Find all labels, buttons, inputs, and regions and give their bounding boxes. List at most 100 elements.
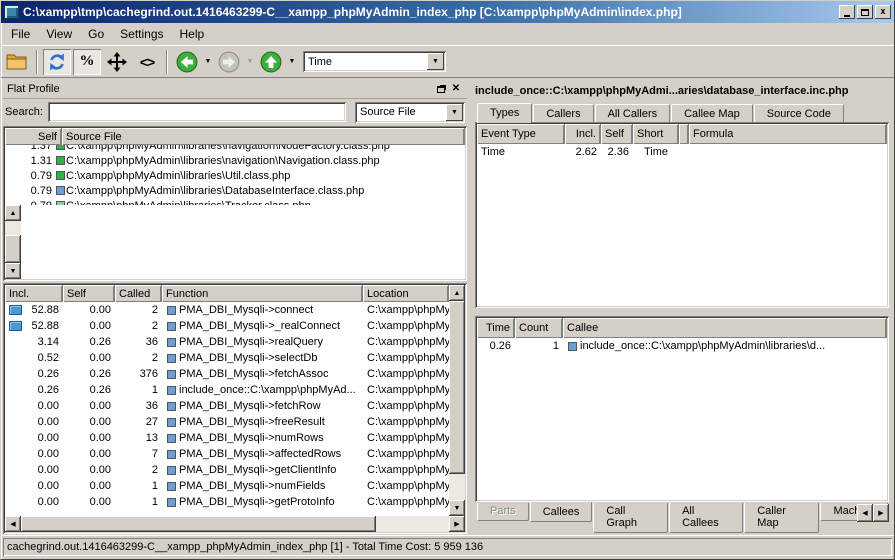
source-file-row[interactable]: 1.31C:\xampp\phpMyAdmin\libraries\naviga… (5, 153, 465, 168)
tab-callees[interactable]: Callees (530, 502, 593, 522)
function-incl-cell: 0.00 (5, 480, 63, 492)
dock-title-bar[interactable]: Flat Profile ✕ (3, 79, 467, 99)
tab-callers[interactable]: Callers (533, 104, 593, 122)
callee-name: include_once::C:\xampp\phpMyAdmin\librar… (580, 340, 825, 352)
function-table-horizontal-scrollbar[interactable]: ◀ ▶ (5, 516, 465, 532)
tab-parts[interactable]: Parts (477, 503, 529, 521)
column-header-time[interactable]: Time (477, 318, 515, 338)
function-row[interactable]: 52.880.002PMA_DBI_Mysqli->connectC:\xamp… (5, 302, 449, 318)
column-header-count[interactable]: Count (515, 318, 563, 338)
scroll-up-icon[interactable]: ▲ (5, 205, 21, 221)
function-row[interactable]: 0.000.007PMA_DBI_Mysqli->affectedRowsC:\… (5, 446, 449, 462)
source-file-row[interactable]: 1.37C:\xampp\phpMyAdmin\libraries\naviga… (5, 145, 465, 153)
menu-go[interactable]: Go (80, 25, 112, 43)
relative-cost-button[interactable] (43, 49, 71, 75)
maximize-button[interactable] (857, 5, 873, 19)
tab-all-callers[interactable]: All Callers (595, 104, 671, 122)
column-header-self[interactable]: Self (63, 285, 115, 302)
menu-settings[interactable]: Settings (112, 25, 171, 43)
event-self-value: 2.36 (601, 146, 633, 158)
source-file-path: C:\xampp\phpMyAdmin\libraries\Tracker.cl… (66, 200, 311, 206)
source-file-row[interactable]: 0.79C:\xampp\phpMyAdmin\libraries\Databa… (5, 183, 465, 198)
forward-dropdown-arrow[interactable]: ▼ (245, 58, 255, 65)
function-row[interactable]: 0.000.001PMA_DBI_Mysqli->getProtoInfoC:\… (5, 494, 449, 510)
forward-button[interactable] (215, 49, 243, 75)
column-header-incl[interactable]: Incl. (5, 285, 63, 302)
menu-file[interactable]: File (3, 25, 38, 43)
function-row[interactable]: 0.260.26376PMA_DBI_Mysqli->fetchAssocC:\… (5, 366, 449, 382)
function-row[interactable]: 0.520.002PMA_DBI_Mysqli->selectDbC:\xamp… (5, 350, 449, 366)
menu-help[interactable]: Help (172, 25, 213, 43)
column-header-called[interactable]: Called (115, 285, 162, 302)
column-header-event-type[interactable]: Event Type (477, 124, 565, 144)
function-incl-cell: 52.88 (5, 304, 63, 316)
scrollbar-thumb[interactable] (21, 516, 376, 532)
column-header-self[interactable]: Self (601, 124, 633, 144)
back-dropdown-arrow[interactable]: ▼ (203, 58, 213, 65)
function-row[interactable]: 0.000.0036PMA_DBI_Mysqli->fetchRowC:\xam… (5, 398, 449, 414)
close-dock-icon: ✕ (452, 83, 460, 94)
scroll-right-icon[interactable]: ▶ (449, 516, 465, 532)
tab-call-graph[interactable]: Call Graph (593, 503, 668, 533)
event-type-row[interactable]: Time 2.62 2.36 Time (477, 144, 887, 160)
scrollbar-thumb[interactable] (449, 301, 465, 474)
status-bar: cachegrind.out.1416463299-C__xampp_phpMy… (1, 535, 894, 559)
search-input[interactable] (48, 102, 346, 122)
minimize-button[interactable] (839, 5, 855, 19)
function-row[interactable]: 0.000.001PMA_DBI_Mysqli->numFieldsC:\xam… (5, 478, 449, 494)
close-dock-button[interactable]: ✕ (449, 82, 463, 95)
title-bar[interactable]: C:\xampp\tmp\cachegrind.out.1416463299-C… (1, 1, 894, 23)
function-row[interactable]: 52.880.002PMA_DBI_Mysqli->_realConnectC:… (5, 318, 449, 334)
grouping-combobox[interactable]: Source File ▼ (355, 102, 465, 123)
tab-caller-map[interactable]: Caller Map (744, 503, 819, 533)
tab-source-code[interactable]: Source Code (754, 104, 844, 122)
column-header-formula[interactable]: Formula (689, 124, 887, 144)
tab-callee-map[interactable]: Callee Map (671, 104, 753, 122)
detail-splitter[interactable] (473, 308, 891, 316)
function-name: PMA_DBI_Mysqli->fetchRow (179, 400, 321, 412)
open-file-button[interactable] (3, 49, 31, 75)
callee-row[interactable]: 0.261include_once::C:\xampp\phpMyAdmin\l… (477, 338, 887, 354)
percentage-button[interactable]: % (73, 49, 101, 75)
back-button[interactable] (173, 49, 201, 75)
tab-scroll-right-icon[interactable]: ▶ (873, 504, 889, 522)
column-header-location[interactable]: Location (363, 285, 449, 302)
scroll-up-icon[interactable]: ▲ (449, 285, 465, 301)
function-row[interactable]: 0.000.0027PMA_DBI_Mysqli->freeResultC:\x… (5, 414, 449, 430)
function-row[interactable]: 0.000.0013PMA_DBI_Mysqli->numRowsC:\xamp… (5, 430, 449, 446)
function-row[interactable]: 0.000.002PMA_DBI_Mysqli->getClientInfoC:… (5, 462, 449, 478)
column-header-incl[interactable]: Incl. (565, 124, 601, 144)
source-file-row[interactable]: 0.79C:\xampp\phpMyAdmin\libraries\Tracke… (5, 198, 465, 205)
tab-scroll-left-icon[interactable]: ◀ (857, 504, 873, 522)
scroll-left-icon[interactable]: ◀ (5, 516, 21, 532)
column-header-function[interactable]: Function (162, 285, 363, 302)
scroll-down-icon[interactable]: ▼ (449, 500, 465, 516)
app-icon[interactable] (4, 5, 19, 19)
function-row[interactable]: 0.260.261include_once::C:\xampp\phpMyAd.… (5, 382, 449, 398)
column-header-self[interactable]: Self (5, 128, 62, 145)
up-button[interactable] (257, 49, 285, 75)
scrollbar-thumb[interactable] (5, 235, 21, 263)
incl-cost-bar-icon (9, 305, 22, 315)
function-table-vertical-scrollbar[interactable]: ▲ ▼ (449, 285, 465, 516)
column-header-short[interactable]: Short (633, 124, 679, 144)
scroll-down-icon[interactable]: ▼ (5, 263, 21, 279)
function-row[interactable]: 3.140.2636PMA_DBI_Mysqli->realQueryC:\xa… (5, 334, 449, 350)
source-file-row[interactable]: 0.79C:\xampp\phpMyAdmin\libraries\Util.c… (5, 168, 465, 183)
float-dock-button[interactable] (435, 82, 449, 95)
tab-types[interactable]: Types (477, 103, 532, 123)
close-button[interactable]: x (875, 5, 891, 19)
menu-view[interactable]: View (38, 25, 80, 43)
column-header-callee[interactable]: Callee (563, 318, 887, 338)
source-table-vertical-scrollbar[interactable]: ▲ ▼ (5, 205, 21, 279)
function-name-cell: PMA_DBI_Mysqli->numRows (162, 432, 363, 444)
event-type-combobox[interactable]: Time ▼ (303, 51, 446, 72)
tab-all-callees[interactable]: All Callees (669, 503, 743, 533)
up-dropdown-arrow[interactable]: ▼ (287, 58, 297, 65)
column-header-blank[interactable] (679, 124, 689, 144)
relative-to-parent-button[interactable] (103, 49, 131, 75)
column-header-source-file[interactable]: Source File (62, 128, 465, 145)
shorten-templates-button[interactable]: <> (133, 49, 161, 75)
grouping-dropdown-button[interactable]: ▼ (446, 104, 463, 121)
combobox-dropdown-button[interactable]: ▼ (427, 53, 444, 70)
